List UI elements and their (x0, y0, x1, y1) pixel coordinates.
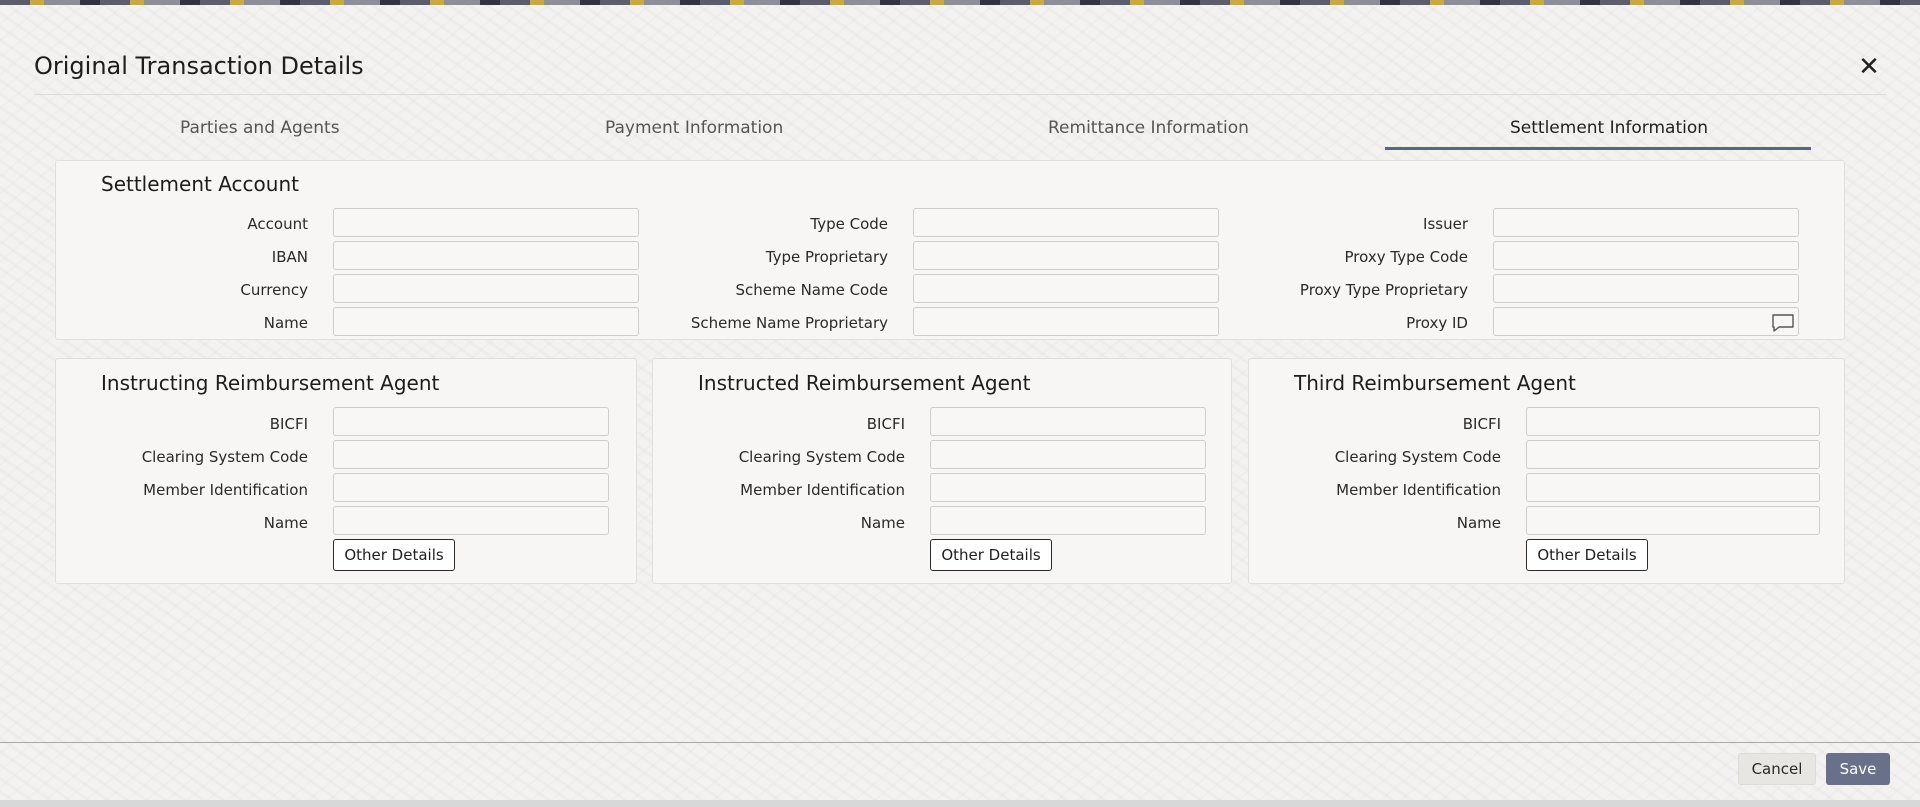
instructed-agent-title: Instructed Reimbursement Agent (698, 371, 1031, 395)
clearing-system-code-label: Clearing System Code (738, 448, 905, 466)
instructing-member-identification-input[interactable] (333, 473, 609, 502)
close-icon[interactable]: ✕ (1855, 54, 1883, 82)
type-code-input[interactable] (913, 208, 1219, 237)
third-bicfi-input[interactable] (1526, 407, 1820, 436)
third-clearing-system-code-input[interactable] (1526, 440, 1820, 469)
third-other-details-button[interactable]: Other Details (1526, 539, 1648, 571)
account-input[interactable] (333, 208, 639, 237)
name-label: Name (263, 514, 308, 532)
instructing-clearing-system-code-input[interactable] (333, 440, 609, 469)
iban-input[interactable] (333, 241, 639, 270)
footer-divider (0, 742, 1920, 743)
bicfi-label: BICFI (866, 415, 905, 433)
name-label: Name (860, 514, 905, 532)
cancel-button[interactable]: Cancel (1738, 753, 1816, 785)
issuer-input[interactable] (1493, 208, 1799, 237)
instructed-bicfi-input[interactable] (930, 407, 1206, 436)
scheme-name-proprietary-input[interactable] (913, 307, 1219, 336)
header-banner (0, 0, 1920, 5)
third-agent-title: Third Reimbursement Agent (1294, 371, 1576, 395)
instructing-bicfi-input[interactable] (333, 407, 609, 436)
instructed-member-identification-input[interactable] (930, 473, 1206, 502)
tab-payment-information[interactable]: Payment Information (605, 118, 783, 138)
bottom-scrollbar (0, 800, 1920, 807)
iban-label: IBAN (271, 248, 308, 266)
account-label: Account (247, 215, 308, 233)
type-code-label: Type Code (810, 215, 888, 233)
instructing-agent-title: Instructing Reimbursement Agent (101, 371, 440, 395)
proxy-type-code-input[interactable] (1493, 241, 1799, 270)
currency-label: Currency (240, 281, 308, 299)
type-proprietary-input[interactable] (913, 241, 1219, 270)
name-label: Name (263, 314, 308, 332)
proxy-type-proprietary-input[interactable] (1493, 274, 1799, 303)
member-identification-label: Member Identification (1336, 481, 1501, 499)
tab-bar: Parties and Agents Payment Information R… (0, 110, 1920, 154)
third-member-identification-input[interactable] (1526, 473, 1820, 502)
instructed-other-details-button[interactable]: Other Details (930, 539, 1052, 571)
third-name-input[interactable] (1526, 506, 1820, 535)
scheme-name-code-label: Scheme Name Code (735, 281, 888, 299)
tab-parties-and-agents[interactable]: Parties and Agents (180, 118, 340, 138)
active-tab-indicator (1385, 147, 1811, 150)
scheme-name-code-input[interactable] (913, 274, 1219, 303)
chat-bubble-icon[interactable] (1771, 313, 1795, 333)
instructed-name-input[interactable] (930, 506, 1206, 535)
name-input[interactable] (333, 307, 639, 336)
proxy-id-label: Proxy ID (1406, 314, 1468, 332)
tab-settlement-information[interactable]: Settlement Information (1510, 118, 1708, 138)
save-button[interactable]: Save (1826, 753, 1890, 785)
instructing-other-details-button[interactable]: Other Details (333, 539, 455, 571)
bicfi-label: BICFI (269, 415, 308, 433)
issuer-label: Issuer (1423, 215, 1468, 233)
settlement-account-title: Settlement Account (101, 172, 299, 196)
bicfi-label: BICFI (1462, 415, 1501, 433)
proxy-type-code-label: Proxy Type Code (1344, 248, 1468, 266)
instructing-name-input[interactable] (333, 506, 609, 535)
divider (34, 94, 1886, 95)
proxy-id-input[interactable] (1493, 307, 1799, 336)
proxy-type-proprietary-label: Proxy Type Proprietary (1299, 281, 1468, 299)
type-proprietary-label: Type Proprietary (765, 248, 888, 266)
tab-remittance-information[interactable]: Remittance Information (1048, 118, 1249, 138)
member-identification-label: Member Identification (143, 481, 308, 499)
clearing-system-code-label: Clearing System Code (141, 448, 308, 466)
dialog-title: Original Transaction Details (34, 52, 364, 80)
currency-input[interactable] (333, 274, 639, 303)
clearing-system-code-label: Clearing System Code (1334, 448, 1501, 466)
instructed-clearing-system-code-input[interactable] (930, 440, 1206, 469)
name-label: Name (1456, 514, 1501, 532)
scheme-name-proprietary-label: Scheme Name Proprietary (690, 314, 888, 332)
member-identification-label: Member Identification (740, 481, 905, 499)
